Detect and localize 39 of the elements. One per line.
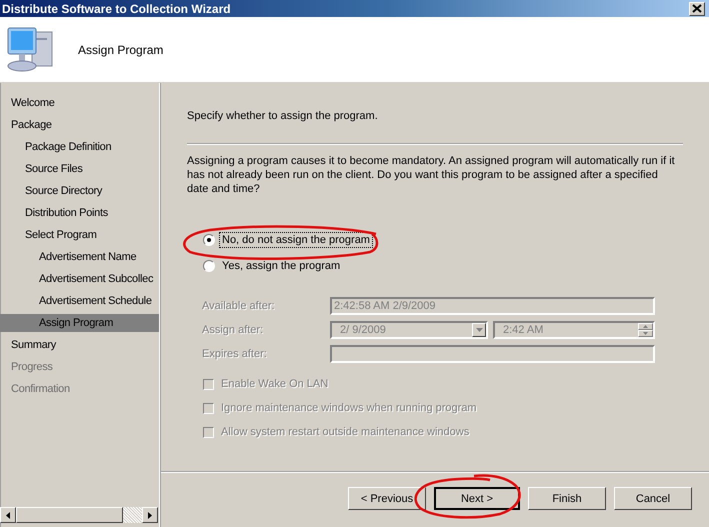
- wizard-step[interactable]: Source Directory: [0, 182, 159, 200]
- field-label: Available after:: [202, 300, 276, 312]
- wizard-step[interactable]: Distribution Points: [0, 204, 159, 222]
- right-arrow-icon: [148, 512, 152, 518]
- wizard-step[interactable]: Summary: [0, 336, 159, 354]
- wizard-button[interactable]: Cancel: [614, 487, 692, 510]
- wizard-step[interactable]: Package: [0, 116, 159, 134]
- radio-button[interactable]: [203, 234, 215, 246]
- window-title: Distribute Software to Collection Wizard: [2, 2, 231, 16]
- up-arrow-icon: [643, 325, 648, 328]
- down-arrow-icon: [643, 332, 648, 335]
- scroll-left-button[interactable]: [0, 507, 16, 523]
- page-heading: Assign Program: [78, 42, 164, 56]
- scroll-thumb[interactable]: [16, 507, 123, 523]
- wizard-button[interactable]: < Previous: [348, 487, 426, 510]
- instruction-text: Specify whether to assign the program.: [187, 110, 379, 124]
- wizard-button[interactable]: Finish: [528, 487, 606, 510]
- dropdown-arrow-icon: [476, 328, 482, 332]
- wizard-step[interactable]: Assign Program: [0, 314, 159, 332]
- wizard-step[interactable]: Advertisement Name: [0, 248, 159, 266]
- wizard-step[interactable]: Advertisement Schedule: [0, 292, 159, 310]
- scroll-right-button[interactable]: [142, 507, 158, 523]
- wizard-step[interactable]: Select Program: [0, 226, 159, 244]
- scrollbar[interactable]: [0, 507, 158, 523]
- field-label: Expires after:: [202, 348, 268, 360]
- wizard-button[interactable]: Next >: [434, 487, 520, 510]
- left-arrow-icon: [6, 512, 10, 518]
- wizard-step[interactable]: Advertisement Subcollec: [0, 270, 159, 288]
- text-field[interactable]: [330, 345, 655, 363]
- close-icon: [692, 4, 702, 13]
- field-label: Assign after:: [202, 324, 264, 336]
- radio-label[interactable]: No, do not assign the program: [219, 232, 373, 248]
- wizard-step[interactable]: Source Files: [0, 160, 159, 178]
- radio-button[interactable]: [203, 260, 215, 272]
- close-button[interactable]: [689, 2, 705, 16]
- radio-label[interactable]: Yes, assign the program: [219, 258, 344, 274]
- wizard-step[interactable]: Welcome: [0, 94, 159, 112]
- wizard-step[interactable]: Package Definition: [0, 138, 159, 156]
- description-text: Assigning a program causes it to become mandatory. An assigned program will automatically run if it has not already been run on the client. Do you want this program to be assigned after a specified date and time?: [187, 154, 676, 196]
